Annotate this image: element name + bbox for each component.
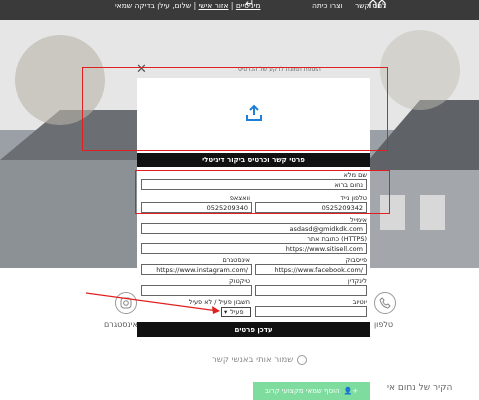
save-contacts-text: שמור אותי באנשי קשר bbox=[212, 355, 294, 365]
form-title: פרטי קשר וכרטיס ביקור דיגיטלי bbox=[137, 153, 370, 167]
phone-icon bbox=[379, 297, 391, 309]
facebook-label: פייסבוק bbox=[345, 256, 367, 264]
my-area-link[interactable]: אזור אישי bbox=[199, 1, 229, 10]
update-details-button[interactable]: עדכן פרטים bbox=[137, 322, 370, 337]
save-contacts-link[interactable]: שמור אותי באנשי קשר bbox=[212, 355, 308, 365]
add-appraiser-label: הוסף שמאי מקצועי קרוב bbox=[264, 387, 340, 395]
add-appraiser-button[interactable]: הוסף שמאי מקצועי קרוב 👤+ bbox=[253, 382, 370, 400]
youtube-field[interactable] bbox=[255, 306, 367, 317]
linkedin-field[interactable] bbox=[255, 285, 367, 296]
annotation-box-contact bbox=[135, 170, 390, 214]
account-status-value: פעיל bbox=[230, 308, 244, 316]
email-field[interactable]: asdasd@gmidkdk.com bbox=[141, 223, 367, 234]
instagram-field[interactable]: https://www.instagram.com/ bbox=[141, 264, 252, 275]
tiktok-label: טיקטוק bbox=[229, 277, 250, 285]
chevron-down-icon: ▾ bbox=[224, 308, 228, 316]
wall-title: הקיר של נחום אי bbox=[387, 383, 453, 393]
instagram-icon bbox=[120, 297, 132, 309]
top-header: מיניסיים | אזור אישי | שלום, עילן בדיקה … bbox=[0, 0, 479, 20]
header-divider-icon: ↵ bbox=[245, 0, 255, 10]
phone-button[interactable] bbox=[374, 292, 396, 314]
phone-label: טלפון bbox=[374, 320, 394, 329]
facebook-field[interactable]: https://www.facebook.com/ bbox=[255, 264, 367, 275]
houses-icon bbox=[369, 0, 386, 8]
annotation-box-upload bbox=[82, 67, 388, 151]
youtube-label: יוטיוב bbox=[352, 298, 367, 306]
linkedin-label: לינקדין bbox=[347, 277, 367, 285]
header-greeting: מיניסיים | אזור אישי | שלום, עילן בדיקה … bbox=[115, 1, 261, 10]
account-status-select[interactable]: ▾ פעיל bbox=[221, 307, 251, 317]
nav-item-0[interactable]: וצרו כיתה bbox=[312, 1, 343, 13]
greeting-text: שלום, עילן בדיקה שמאי bbox=[115, 1, 192, 10]
instagram-button[interactable] bbox=[115, 292, 137, 314]
tiktok-field[interactable] bbox=[141, 285, 252, 296]
account-status-label: חשבון פעיל / לא פעיל bbox=[188, 298, 250, 306]
person-plus-icon: 👤+ bbox=[343, 387, 359, 395]
instagram-field-label: אינסטגרם bbox=[222, 256, 251, 264]
instagram-label: אינסטגרם bbox=[104, 320, 138, 329]
website-field[interactable]: https://www.sitisell.com bbox=[141, 243, 367, 254]
website-label: כתובת אתר (HTTPS) bbox=[307, 235, 367, 243]
contacts-icon bbox=[297, 355, 308, 365]
